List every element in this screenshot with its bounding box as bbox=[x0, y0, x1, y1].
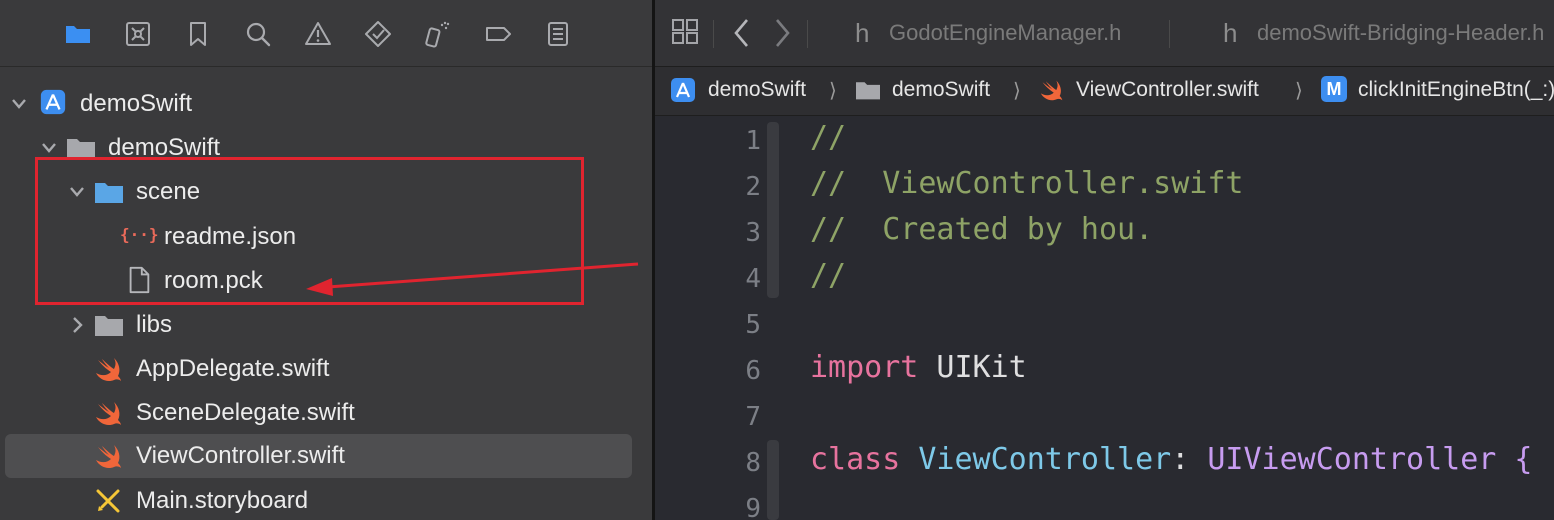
line-number: 7 bbox=[745, 402, 761, 432]
keyword-import: import bbox=[810, 350, 919, 385]
tree-row-file-selected[interactable]: ViewController.swift bbox=[5, 434, 632, 478]
swift-file-icon bbox=[96, 445, 121, 469]
tree-item-label: libs bbox=[136, 311, 173, 338]
breadcrumb-label: demoSwift bbox=[892, 78, 991, 101]
chevron-right-icon[interactable] bbox=[66, 313, 88, 337]
line-number: 3 bbox=[745, 218, 761, 248]
storyboard-icon bbox=[96, 489, 120, 513]
line-number-gutter: 1 2 3 4 5 6 7 8 9 bbox=[655, 116, 761, 520]
source-control-icon[interactable] bbox=[120, 16, 156, 52]
editor-tab-bar: h GodotEngineManager.h h demoSwift-Bridg… bbox=[655, 0, 1554, 67]
code-line-comment: // bbox=[810, 120, 847, 155]
line-number: 8 bbox=[745, 448, 761, 478]
tree-item-label: demoSwift bbox=[80, 90, 193, 117]
line-number: 2 bbox=[745, 172, 761, 202]
line-number: 9 bbox=[745, 494, 761, 520]
xcode-project-icon bbox=[671, 78, 695, 102]
debug-spray-icon[interactable] bbox=[418, 16, 454, 52]
search-icon[interactable] bbox=[240, 16, 276, 52]
class-name: ViewController bbox=[900, 442, 1172, 477]
method-icon: M bbox=[1321, 76, 1347, 102]
tree-item-label: ViewController.swift bbox=[136, 442, 345, 469]
keyword-class: class bbox=[810, 442, 901, 477]
tab-label: GodotEngineManager.h bbox=[889, 20, 1122, 45]
test-diamond-icon[interactable] bbox=[360, 16, 396, 52]
highlight-annotation-box bbox=[35, 157, 584, 305]
swift-file-icon bbox=[96, 358, 121, 382]
xcode-project-icon bbox=[40, 89, 66, 115]
header-file-icon: h bbox=[855, 18, 870, 48]
navigator-toolbar bbox=[0, 0, 652, 67]
breadcrumb-label: clickInitEngineBtn(_:) bbox=[1358, 78, 1554, 101]
code-area[interactable]: // // ViewController.swift // Created by… bbox=[810, 116, 1554, 520]
jump-bar: demoSwift ⟩ demoSwift ⟩ ViewController.s… bbox=[655, 67, 1554, 116]
line-number: 1 bbox=[745, 126, 761, 156]
tree-row-project[interactable]: demoSwift bbox=[0, 82, 652, 126]
code-fold-ribbon[interactable] bbox=[767, 122, 779, 298]
tree-row-file[interactable]: Main.storyboard bbox=[0, 479, 652, 520]
folder-icon[interactable] bbox=[60, 16, 96, 52]
toolbar-separator bbox=[807, 20, 808, 48]
source-editor: h GodotEngineManager.h h demoSwift-Bridg… bbox=[655, 0, 1554, 520]
line-number: 4 bbox=[745, 264, 761, 294]
swift-file-icon bbox=[96, 402, 121, 426]
breadcrumb-separator: ⟩ bbox=[1295, 80, 1303, 102]
tree-item-label: AppDelegate.swift bbox=[136, 355, 330, 382]
breakpoint-icon[interactable] bbox=[480, 16, 516, 52]
breadcrumb-label: demoSwift bbox=[708, 78, 807, 101]
breadcrumb-separator: ⟩ bbox=[829, 80, 837, 102]
tree-item-label: SceneDelegate.swift bbox=[136, 399, 355, 426]
code-line-import: import UIKit bbox=[810, 350, 1027, 386]
superclass-name: UIViewController { bbox=[1189, 442, 1533, 477]
report-icon[interactable] bbox=[540, 16, 576, 52]
folder-icon bbox=[95, 316, 123, 336]
grid-icon[interactable] bbox=[671, 16, 699, 46]
back-chevron-icon[interactable] bbox=[731, 16, 753, 50]
bookmark-icon[interactable] bbox=[180, 16, 216, 52]
tree-item-label: Main.storyboard bbox=[136, 487, 309, 514]
breadcrumb-label: ViewController.swift bbox=[1076, 78, 1259, 101]
line-number: 6 bbox=[745, 356, 761, 386]
forward-chevron-icon[interactable] bbox=[771, 16, 793, 50]
toolbar-separator bbox=[1169, 20, 1170, 48]
toolbar-separator bbox=[713, 20, 714, 48]
project-navigator: demoSwift demoSwift scene {··} readme.js… bbox=[0, 0, 652, 520]
folder-icon bbox=[856, 82, 880, 100]
code-line-comment: // Created by hou. bbox=[810, 212, 1154, 247]
code-line-class: class ViewController: UIViewController { bbox=[810, 442, 1532, 478]
code-fold-ribbon[interactable] bbox=[767, 440, 779, 520]
line-number: 5 bbox=[745, 310, 761, 340]
swift-file-icon bbox=[1040, 80, 1063, 101]
warning-icon[interactable] bbox=[300, 16, 336, 52]
tree-row-file[interactable]: SceneDelegate.swift bbox=[0, 391, 652, 435]
xcode-window: demoSwift demoSwift scene {··} readme.js… bbox=[0, 0, 1554, 520]
code-line-comment: // ViewController.swift bbox=[810, 166, 1244, 201]
colon: : bbox=[1171, 442, 1190, 477]
chevron-down-icon[interactable] bbox=[8, 92, 30, 116]
tree-row-folder-libs[interactable]: libs bbox=[0, 303, 652, 347]
breadcrumb-separator: ⟩ bbox=[1013, 80, 1021, 102]
tab-label: demoSwift-Bridging-Header.h bbox=[1257, 20, 1545, 45]
code-line-comment: // bbox=[810, 258, 847, 293]
tree-row-file[interactable]: AppDelegate.swift bbox=[0, 347, 652, 391]
header-file-icon: h bbox=[1223, 18, 1238, 48]
module-name: UIKit bbox=[918, 350, 1027, 385]
